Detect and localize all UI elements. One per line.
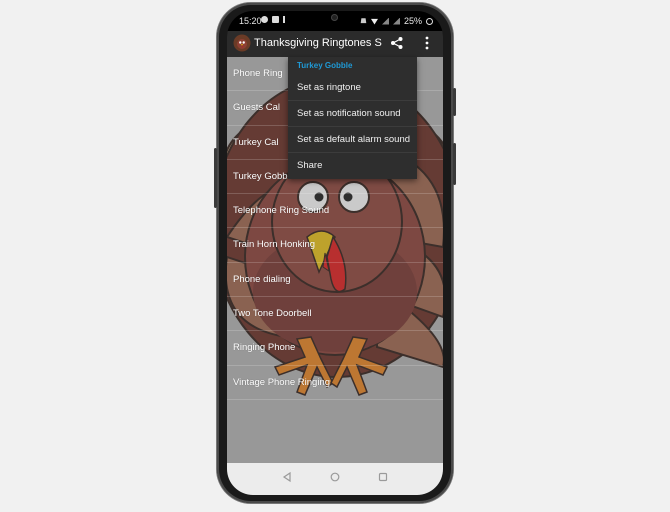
wifi-icon [370, 18, 378, 25]
navigation-bar [227, 463, 443, 495]
context-menu: Turkey Gobble Set as ringtone Set as not… [288, 57, 417, 179]
context-menu-title: Turkey Gobble [297, 61, 353, 70]
menu-item-set-notification[interactable]: Set as notification sound [288, 101, 417, 127]
battery-icon [426, 17, 433, 25]
turkey-app-icon [233, 34, 251, 52]
mute-icon [360, 18, 367, 24]
front-camera [331, 14, 338, 21]
share-icon[interactable] [390, 36, 404, 50]
list-item[interactable]: Two Tone Doorbell [227, 297, 443, 332]
app-bar: Thanksgiving Ringtones So... [227, 31, 443, 57]
list-item[interactable]: Phone dialing [227, 263, 443, 298]
status-bar: 15:20 25% [227, 11, 443, 31]
signal-icon [381, 17, 389, 25]
power-button [214, 148, 217, 208]
back-icon[interactable] [281, 471, 293, 483]
more-options-icon[interactable] [425, 36, 429, 50]
recents-icon[interactable] [377, 471, 389, 483]
list-item[interactable]: Ringing Phone [227, 331, 443, 366]
battery-percent: 25% [403, 16, 422, 26]
alert-slider [453, 143, 456, 185]
list-item[interactable]: Vintage Phone Ringing [227, 366, 443, 400]
signal-2-icon [392, 17, 400, 25]
menu-item-set-alarm[interactable]: Set as default alarm sound [288, 127, 417, 153]
list-item[interactable]: Telephone Ring Sound [227, 194, 443, 229]
image-icon [272, 16, 279, 23]
app-title: Thanksgiving Ringtones So... [254, 37, 382, 49]
menu-item-share[interactable]: Share [288, 153, 417, 179]
phone-frame: 15:20 25% Thanksgiving Ringtones S Phone… [214, 3, 456, 503]
list-item[interactable]: Train Horn Honking [227, 228, 443, 263]
menu-item-set-ringtone[interactable]: Set as ringtone [288, 75, 417, 101]
home-icon[interactable] [329, 471, 341, 483]
volume-button [453, 88, 456, 116]
status-time: 15:20 [239, 16, 262, 26]
flag-icon [283, 16, 290, 23]
screen: 15:20 25% Thanksgiving Ringtones S Phone… [227, 11, 443, 495]
messenger-icon [261, 16, 268, 23]
